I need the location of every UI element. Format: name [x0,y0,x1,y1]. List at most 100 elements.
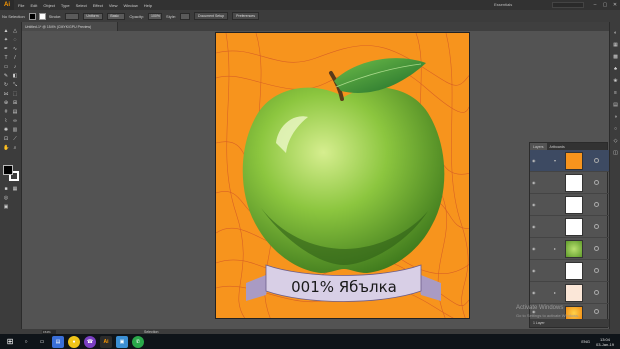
screen-mode-icon[interactable]: ▣ [3,204,9,210]
perspective-grid-tool-icon[interactable]: ⊞ [12,100,18,106]
visibility-eye-icon[interactable]: ◉ [532,158,538,163]
task-view-icon[interactable]: ▭ [36,336,48,348]
layer-row[interactable]: ◉ [530,260,609,282]
magic-wand-tool-icon[interactable]: ✦ [3,37,9,43]
direct-selection-tool-icon[interactable]: △ [12,28,18,34]
zoom-field[interactable]: 154% [42,329,56,334]
fill-swatch[interactable] [28,12,36,20]
close-button[interactable]: ✕ [610,0,620,10]
tab-layers[interactable]: Layers [530,143,547,150]
layer-row[interactable]: ◉ ▸ [530,282,609,304]
visibility-eye-icon[interactable]: ◉ [532,268,538,273]
app-taskbar-icon[interactable]: ▣ [116,335,128,348]
document-setup-button[interactable]: Document Setup [194,12,229,20]
style-dropdown[interactable] [180,12,191,20]
stroke-panel-icon[interactable]: ≡ [612,90,619,97]
target-circle-icon[interactable] [594,202,599,207]
search-icon[interactable]: ○ [20,336,32,348]
menu-select[interactable]: Select [76,3,87,8]
target-circle-icon[interactable] [594,180,599,185]
target-circle-icon[interactable] [594,309,599,314]
language-indicator[interactable]: ENG [581,339,590,344]
target-circle-icon[interactable] [594,158,599,163]
eyedropper-tool-icon[interactable]: ⌇ [3,118,9,124]
free-transform-tool-icon[interactable]: ⬚ [12,91,18,97]
stroke-swatch[interactable] [38,12,46,20]
target-circle-icon[interactable] [594,246,599,251]
file-explorer-icon[interactable]: ▤ [52,335,64,348]
color-guide-icon[interactable]: ▦ [612,42,619,49]
zoom-tool-icon[interactable]: ⌕ [12,145,18,151]
fill-color-icon[interactable] [3,165,13,175]
pencil-tool-icon[interactable]: ✎ [3,73,9,79]
symbols-panel-icon[interactable]: ❀ [612,78,619,85]
slice-tool-icon[interactable]: ⟋ [12,136,18,142]
layer-row[interactable]: ◉ ▾ [530,150,609,172]
gradient-tool-icon[interactable]: ▤ [12,109,18,115]
document-tab[interactable]: Untitled-1* @ 154% (CMYK/GPU Preview) [22,22,118,31]
eraser-tool-icon[interactable]: ◧ [12,73,18,79]
workspace-switcher[interactable]: Essentials [494,2,546,8]
transparency-panel-icon[interactable]: ◑ [612,114,619,121]
stock-search-input[interactable] [552,2,584,8]
preferences-button[interactable]: Preferences [232,12,259,20]
gradient-mode-icon[interactable]: ▦ [12,186,18,192]
menu-effect[interactable]: Effect [93,3,103,8]
swatches-panel-icon[interactable]: ▩ [612,54,619,61]
visibility-eye-icon[interactable]: ◉ [532,290,538,295]
color-panel-icon[interactable]: ◐ [612,30,619,37]
artboard-tool-icon[interactable]: ⊡ [3,136,9,142]
lasso-tool-icon[interactable]: ◌ [12,37,18,43]
hand-tool-icon[interactable]: ✋ [3,145,9,151]
expand-triangle-icon[interactable]: ▸ [554,246,556,251]
paintbrush-tool-icon[interactable]: ♪ [12,64,18,70]
draw-mode-icon[interactable]: ◎ [3,195,9,201]
shape-builder-tool-icon[interactable]: ⊕ [3,100,9,106]
graphic-styles-panel-icon[interactable]: ◇ [612,138,619,145]
target-circle-icon[interactable] [594,290,599,295]
layer-row[interactable]: ◉ [530,216,609,238]
visibility-eye-icon[interactable]: ◉ [532,180,538,185]
symbol-sprayer-tool-icon[interactable]: ✺ [3,127,9,133]
layer-row[interactable]: ◉ [530,194,609,216]
gradient-panel-icon[interactable]: ▤ [612,102,619,109]
pen-tool-icon[interactable]: ✒ [3,46,9,52]
tab-artboards[interactable]: Artboards [547,143,568,150]
rectangle-tool-icon[interactable]: ▭ [3,64,9,70]
menu-object[interactable]: Object [43,3,55,8]
menu-type[interactable]: Type [61,3,70,8]
target-circle-icon[interactable] [594,268,599,273]
fill-stroke-widget[interactable] [3,165,19,181]
brushes-panel-icon[interactable]: ♣ [612,66,619,73]
layers-panel-icon[interactable]: ◫ [612,150,619,157]
visibility-eye-icon[interactable]: ◉ [532,246,538,251]
layer-row[interactable]: ◉ [530,172,609,194]
rotate-tool-icon[interactable]: ↻ [3,82,9,88]
whatsapp-icon[interactable]: ✆ [132,335,144,348]
brush-dropdown[interactable]: Basic [107,12,126,20]
menu-window[interactable]: Window [123,3,137,8]
appearance-panel-icon[interactable]: ○ [612,126,619,133]
menu-view[interactable]: View [109,3,118,8]
layer-row[interactable]: ◉ ▸ [530,238,609,260]
expand-triangle-icon[interactable]: ▾ [554,158,556,163]
menu-edit[interactable]: Edit [30,3,37,8]
menu-help[interactable]: Help [144,3,152,8]
type-tool-icon[interactable]: T [3,55,9,61]
minimize-button[interactable]: – [590,0,600,10]
maximize-button[interactable]: ▢ [600,0,610,10]
expand-triangle-icon[interactable]: ▸ [554,290,556,295]
system-clock[interactable]: 13:04 03-Jan-19 [596,337,614,347]
scale-tool-icon[interactable]: ⤡ [12,82,18,88]
windows-start-icon[interactable]: ⊞ [4,336,16,348]
width-tool-icon[interactable]: ⟗ [3,91,9,97]
mesh-tool-icon[interactable]: # [3,109,9,115]
color-mode-icon[interactable]: ■ [3,186,9,192]
blend-tool-icon[interactable]: ∞ [12,118,18,124]
artboard[interactable]: 001% Ябълка [215,32,470,319]
opacity-dropdown[interactable]: 100% [148,12,163,20]
visibility-eye-icon[interactable]: ◉ [532,224,538,229]
target-circle-icon[interactable] [594,224,599,229]
chrome-icon[interactable]: ● [68,335,80,348]
viber-icon[interactable]: ☎ [84,335,96,348]
